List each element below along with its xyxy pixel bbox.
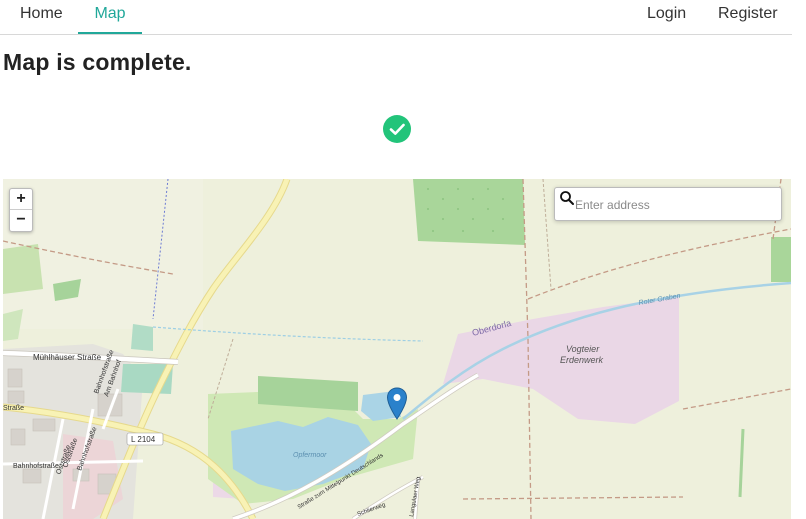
search-icon <box>560 191 574 205</box>
zoom-in-button[interactable]: + <box>10 189 32 210</box>
nav-login-link[interactable]: Login <box>647 0 686 34</box>
zoom-control: + − <box>9 188 33 232</box>
check-circle-icon <box>383 115 411 143</box>
nav-register-link[interactable]: Register <box>718 0 778 34</box>
label-erdenwerk: Erdenwerk <box>560 355 604 365</box>
nav-map-link[interactable]: Map <box>78 0 142 34</box>
label-opfermoor: Opfermoor <box>293 452 327 459</box>
map-pin-icon[interactable] <box>386 387 408 421</box>
address-search-input[interactable] <box>575 194 775 216</box>
zoom-out-button[interactable]: − <box>10 210 32 231</box>
label-strasse: Straße <box>3 405 24 412</box>
address-search-box <box>554 187 782 221</box>
label-muhlhauser-strasse: Mühlhäuser Straße <box>33 353 102 362</box>
map-tiles: Mühlhäuser Straße Oststraße Bahnhofstraß… <box>3 179 791 519</box>
label-bahnhofstrasse-h: Bahnhofstraße <box>13 463 59 470</box>
nav-home-link[interactable]: Home <box>20 0 63 34</box>
label-vogteier: Vogteier <box>566 344 600 354</box>
top-navbar: Home Map Login Register <box>0 0 792 35</box>
label-l2104: L 2104 <box>131 435 156 444</box>
map-view[interactable]: Mühlhäuser Straße Oststraße Bahnhofstraß… <box>3 179 791 519</box>
page-title: Map is complete. <box>3 49 192 75</box>
